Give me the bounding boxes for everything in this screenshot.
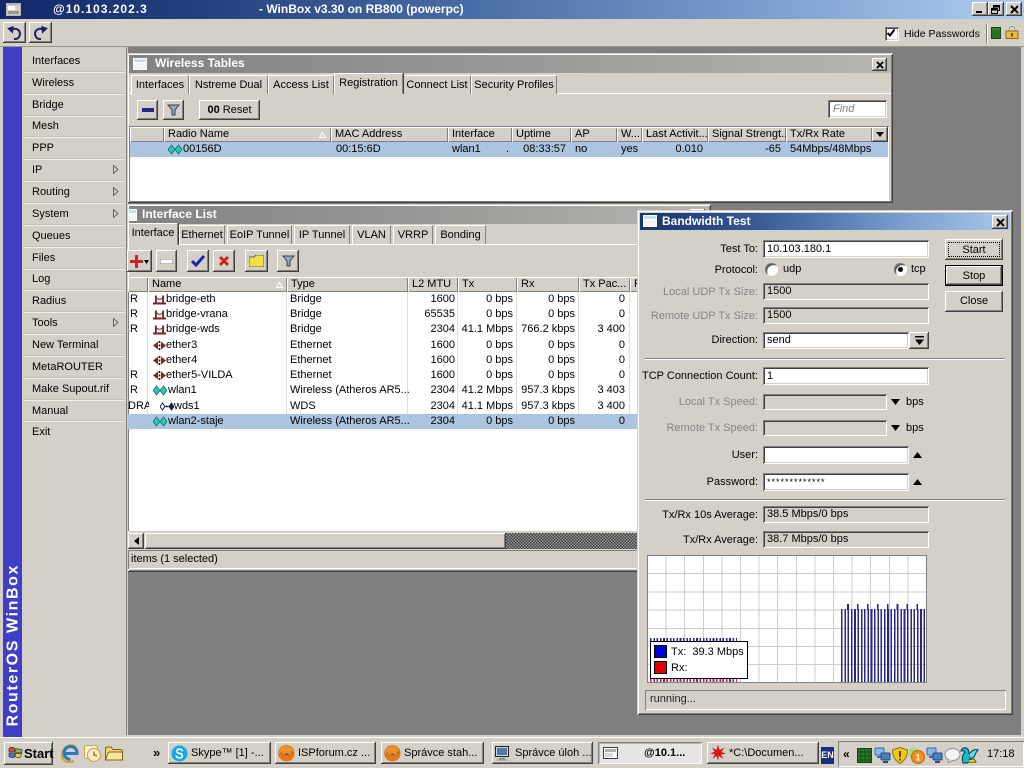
svg-text:1: 1: [915, 753, 920, 763]
